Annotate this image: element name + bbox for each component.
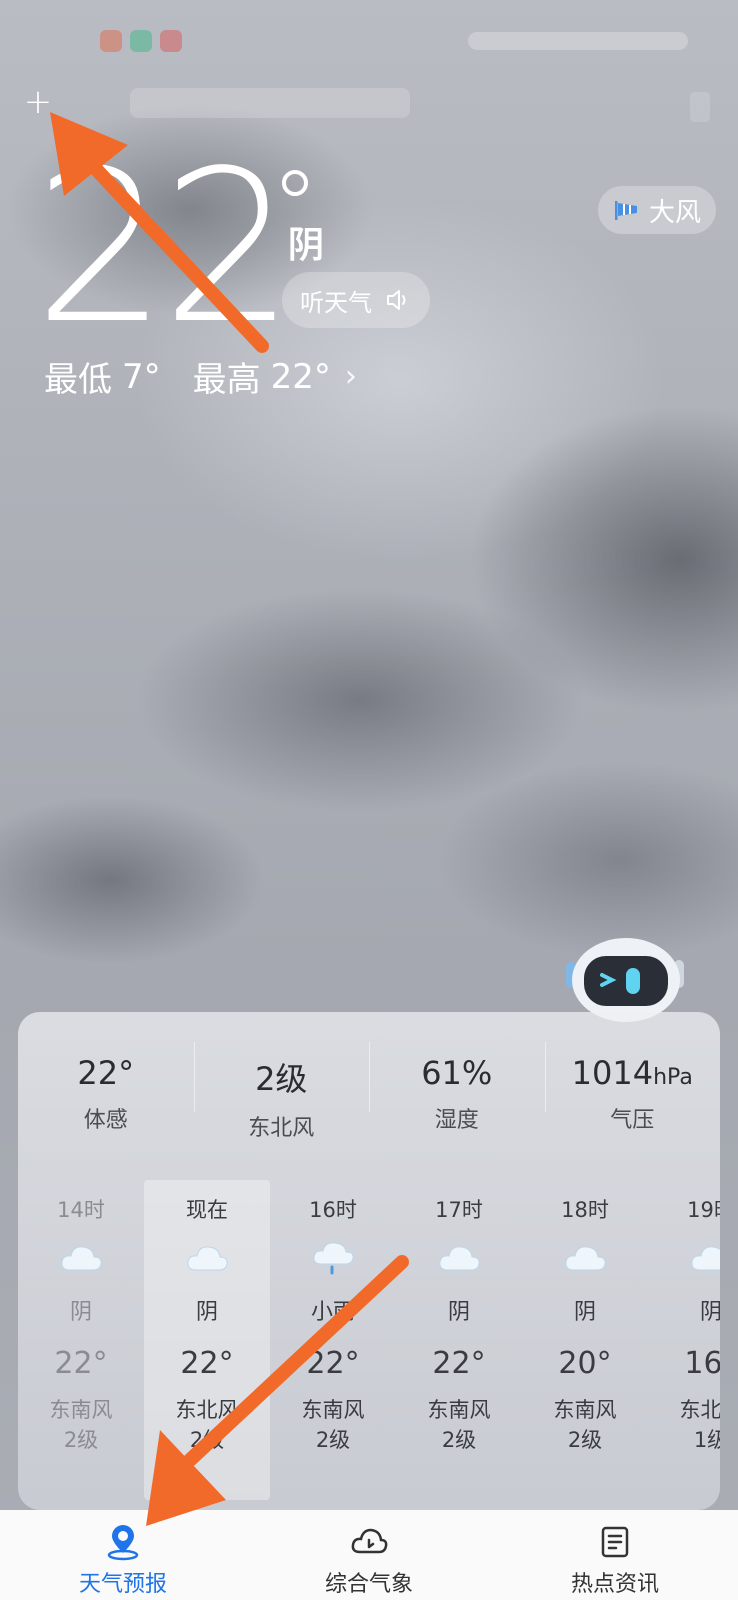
hour-column: 14时 阴 22° 东南风 2级 (18, 1180, 144, 1455)
hour-temp: 16° (684, 1346, 720, 1381)
hour-temp: 20° (558, 1346, 612, 1381)
stat-value: 61% (421, 1054, 493, 1092)
current-temperature: 22 (34, 125, 295, 370)
stat-humidity: 61% 湿度 (369, 1012, 545, 1152)
add-city-button[interactable]: + (22, 85, 54, 119)
hour-wind: 东南风 (301, 1398, 365, 1422)
hour-time: 现在 (186, 1198, 228, 1222)
nav-hot-news[interactable]: 热点资讯 (492, 1510, 738, 1600)
notification-icon (100, 30, 122, 52)
news-icon (601, 1526, 629, 1558)
cloud-icon (691, 1246, 720, 1271)
hour-temp: 22° (180, 1346, 234, 1381)
hour-condition: 小雨 (310, 1300, 355, 1325)
hour-wind-level: 1级 (693, 1428, 720, 1452)
stat-label: 体感 (83, 1108, 128, 1133)
stat-label: 气压 (610, 1108, 655, 1133)
cloud-icon (439, 1246, 480, 1271)
hour-column: 18时 阴 20° 东南风 2级 (522, 1180, 648, 1455)
hour-column: 17时 阴 22° 东南风 2级 (396, 1180, 522, 1455)
hour-column: 19时 阴 16° 东北风 1级 (648, 1180, 720, 1455)
location-title (130, 88, 410, 118)
hour-temp: 22° (54, 1346, 108, 1381)
stat-feels-like: 22° 体感 (18, 1012, 194, 1152)
hour-wind-level: 2级 (315, 1428, 351, 1452)
hour-condition: 阴 (195, 1300, 218, 1325)
hour-condition: 阴 (573, 1300, 596, 1325)
hour-column-now: 现在 阴 22° 东北风 2级 (144, 1180, 270, 1500)
hour-time: 19时 (687, 1198, 720, 1222)
status-bar (0, 18, 738, 68)
hour-wind: 东南风 (427, 1398, 491, 1422)
status-indicators (468, 32, 688, 50)
nav-label: 综合气象 (324, 1572, 413, 1597)
nav-label: 天气预报 (78, 1572, 167, 1597)
alert-label: 大风 (648, 197, 701, 228)
speaker-icon (387, 290, 406, 310)
hour-column: 16时 小雨 22° 东南风 2级 (270, 1180, 396, 1455)
hour-wind: 东南风 (553, 1398, 617, 1422)
hour-wind-level: 2级 (441, 1428, 477, 1452)
cloud-icon (61, 1246, 102, 1271)
hour-condition: 阴 (447, 1300, 470, 1325)
hour-condition: 阴 (699, 1300, 720, 1325)
nav-comprehensive-weather[interactable]: 综合气象 (246, 1510, 492, 1600)
stat-value: 22° (77, 1054, 135, 1092)
high-label: 最高 (192, 360, 261, 400)
stat-value: 1014 (571, 1054, 654, 1092)
rain-cloud-icon (313, 1242, 354, 1275)
hourly-forecast[interactable]: 14时 阴 22° 东南风 2级 现在 阴 22° 东北风 2级 16时 小雨 22… (18, 1180, 720, 1500)
hour-wind: 东南风 (49, 1398, 113, 1422)
hour-time: 14时 (57, 1198, 105, 1222)
hour-wind-level: 2级 (567, 1428, 603, 1452)
stat-pressure: 1014hPa 气压 (544, 1012, 721, 1152)
degree-symbol (282, 170, 308, 196)
chevron-right-icon: › (344, 359, 357, 394)
cloud-outline-icon (351, 1528, 388, 1554)
hour-time: 16时 (309, 1198, 357, 1222)
temp-range[interactable]: 最低 7° 最高 22° › (44, 352, 357, 401)
high-value: 22° (270, 356, 331, 397)
bottom-nav: 天气预报 综合气象 热点资讯 (0, 1510, 738, 1600)
hour-condition: 阴 (69, 1300, 92, 1325)
status-icons (100, 30, 182, 52)
stat-wind: 2级 东北风 (193, 1012, 370, 1152)
current-condition: 阴 (288, 225, 325, 266)
hour-wind: 东北风 (175, 1398, 239, 1422)
stat-unit: hPa (653, 1065, 693, 1090)
hour-time: 17时 (435, 1198, 483, 1222)
listen-weather-button[interactable]: 听天气 (282, 272, 430, 328)
nav-weather-forecast[interactable]: 天气预报 (0, 1510, 246, 1600)
low-value: 7° (122, 356, 161, 397)
hour-temp: 22° (306, 1346, 360, 1381)
hour-temp: 22° (432, 1346, 486, 1381)
hour-wind-level: 2级 (189, 1428, 225, 1452)
location-pin-icon (107, 1525, 139, 1561)
stats-row: 22° 体感 2级 东北风 61% 湿度 1014hPa 气压 (18, 1012, 720, 1152)
stat-label: 湿度 (434, 1108, 479, 1133)
hour-wind: 东北风 (679, 1398, 721, 1422)
listen-weather-label: 听天气 (300, 288, 372, 317)
cloud-icon (187, 1246, 228, 1271)
low-label: 最低 (44, 360, 112, 400)
windsock-icon (614, 201, 637, 220)
nav-label: 热点资讯 (570, 1572, 659, 1597)
stat-label: 东北风 (248, 1116, 315, 1141)
more-menu-button[interactable] (690, 92, 710, 122)
hour-time: 18时 (561, 1198, 609, 1222)
weather-alert-badge[interactable]: 大风 (598, 186, 716, 234)
stat-value: 2级 (255, 1060, 308, 1098)
detail-panel: 22° 体感 2级 东北风 61% 湿度 1014hPa 气压 14时 阴 22… (18, 1012, 720, 1510)
notification-icon (130, 30, 152, 52)
cloud-icon (565, 1246, 606, 1271)
hour-wind-level: 2级 (63, 1428, 99, 1452)
notification-icon (160, 30, 182, 52)
